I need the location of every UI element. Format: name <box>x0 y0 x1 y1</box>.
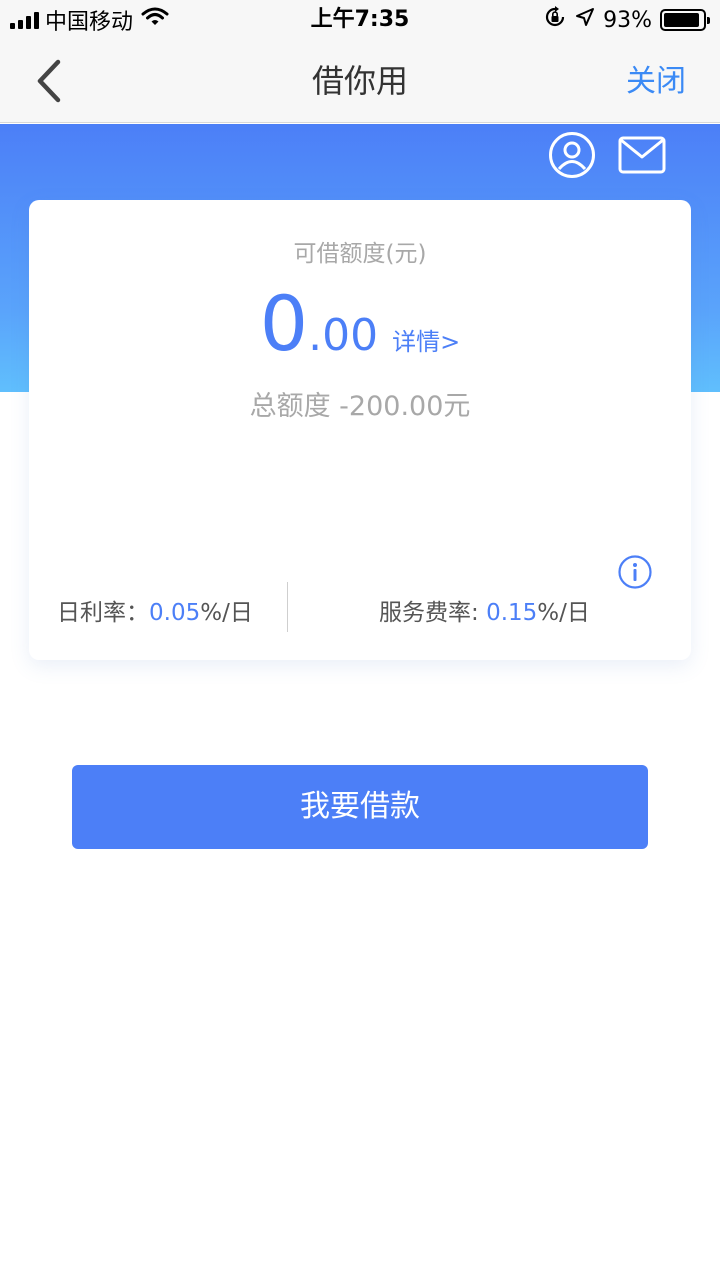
daily-rate-unit: %/日 <box>200 600 253 626</box>
mail-button[interactable] <box>617 130 667 180</box>
service-rate-unit: %/日 <box>537 600 590 626</box>
battery-icon <box>660 9 710 31</box>
status-bar: 中国移动 上午7:35 93% <box>0 0 720 40</box>
location-icon <box>575 7 595 33</box>
credit-card: 可借额度(元) 0 .00 详情> 总额度 -200.00元 日利率：0.05%… <box>29 200 691 660</box>
service-rate: 服务费率: 0.15%/日 <box>379 593 590 627</box>
close-button[interactable]: 关闭 <box>626 40 686 123</box>
battery-percent: 93% <box>603 7 652 33</box>
page-title: 借你用 <box>311 62 408 100</box>
borrow-button[interactable]: 我要借款 <box>72 765 648 849</box>
daily-rate-value: 0.05 <box>149 600 201 626</box>
info-icon <box>618 555 652 589</box>
daily-rate-label: 日利率： <box>57 600 149 626</box>
details-link[interactable]: 详情> <box>392 322 460 357</box>
mail-icon <box>618 136 666 174</box>
available-amount: 0 .00 详情> <box>29 286 691 362</box>
rotation-lock-icon <box>543 5 567 35</box>
total-credit: 总额度 -200.00元 <box>249 391 471 422</box>
chevron-left-icon <box>37 59 61 103</box>
user-button[interactable] <box>547 130 597 180</box>
status-right: 93% <box>543 0 710 40</box>
battery-fill <box>664 13 700 27</box>
user-icon <box>549 132 595 178</box>
service-rate-label: 服务费率: <box>379 600 487 626</box>
nav-bar: 借你用 关闭 <box>0 40 720 123</box>
available-credit-label: 可借额度(元) <box>293 241 427 267</box>
service-rate-value: 0.15 <box>486 600 538 626</box>
info-button[interactable] <box>617 554 653 590</box>
daily-rate: 日利率：0.05%/日 <box>57 593 253 627</box>
back-button[interactable] <box>24 56 74 106</box>
amount-integer: 0 <box>259 279 309 368</box>
rate-divider <box>287 582 288 632</box>
amount-decimal: .00 <box>308 310 379 361</box>
